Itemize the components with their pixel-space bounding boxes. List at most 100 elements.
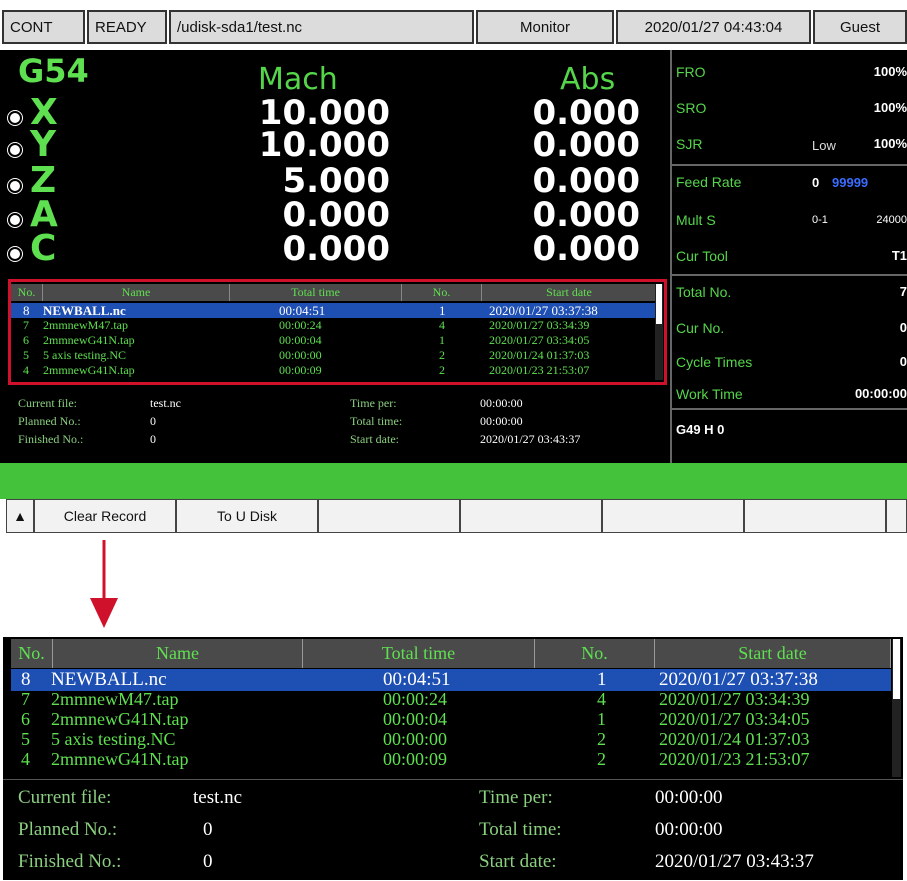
planned-no-value: 0	[203, 819, 213, 840]
col-header-no[interactable]: No.	[11, 639, 53, 668]
state-indicator: READY	[87, 10, 167, 44]
current-file-value: test.nc	[150, 396, 181, 410]
axis-row-y: Y 10.000 0.000	[0, 124, 670, 165]
cur-no-value: 0	[899, 320, 907, 335]
table-row[interactable]: 6 2mmnewG41N.tap 00:00:04 1 2020/01/27 0…	[11, 333, 657, 348]
sro-value: 100%	[873, 100, 907, 115]
time-per-value: 00:00:00	[480, 396, 523, 410]
total-time-label: Total time:	[479, 819, 562, 840]
mach-header: Mach	[258, 62, 338, 97]
table-row[interactable]: 7 2mmnewM47.tap 00:00:24 4 2020/01/27 03…	[11, 689, 891, 709]
datetime-text: 2020/01/27 04:43:04	[644, 18, 783, 36]
cell-time: 00:00:00	[383, 729, 448, 749]
cell-no: 8	[21, 669, 31, 690]
mode-text: CONT	[10, 18, 53, 36]
col-header-total-time[interactable]: Total time	[230, 284, 402, 301]
table-row[interactable]: 4 2mmnewG41N.tap 00:00:09 2 2020/01/23 2…	[11, 363, 657, 378]
sjr-mode: Low	[812, 138, 836, 153]
fro-label: FRO	[676, 64, 706, 80]
cell-date: 2020/01/23 21:53:07	[659, 749, 810, 769]
mult-s-range: 0-1	[812, 214, 828, 226]
page-up-button[interactable]: ▲	[6, 499, 34, 533]
clear-record-button[interactable]: Clear Record	[34, 499, 176, 533]
mach-value: 0.000	[282, 229, 390, 269]
cell-count: 1	[597, 709, 606, 729]
table-header: No. Name Total time No. Start date	[11, 284, 657, 301]
user-indicator[interactable]: Guest	[813, 10, 907, 44]
scrollbar-thumb[interactable]	[656, 284, 662, 324]
axis-name: Y	[30, 124, 57, 165]
abs-header: Abs	[560, 62, 616, 97]
datetime-display: 2020/01/27 04:43:04	[616, 10, 811, 44]
axis-name: C	[30, 228, 57, 269]
cell-count: 1	[439, 303, 446, 318]
home-dot-icon	[8, 213, 22, 227]
cell-no: 8	[23, 303, 30, 318]
cell-name: 2mmnewG41N.tap	[43, 363, 135, 377]
table-scrollbar[interactable]	[655, 284, 663, 380]
cell-date: 2020/01/27 03:37:38	[659, 669, 818, 690]
table-row[interactable]: 6 2mmnewG41N.tap 00:00:04 1 2020/01/27 0…	[11, 709, 891, 729]
table-row[interactable]: 5 5 axis testing.NC 00:00:00 2 2020/01/2…	[11, 729, 891, 749]
cell-no: 7	[23, 318, 29, 332]
softkey-empty[interactable]	[460, 499, 602, 533]
zoom-arrow-icon	[90, 540, 118, 628]
finished-no-value: 0	[150, 432, 156, 446]
cur-tool-label: Cur Tool	[676, 248, 728, 264]
cell-name: NEWBALL.nc	[43, 303, 126, 318]
to-udisk-label: To U Disk	[217, 508, 277, 524]
cell-count: 2	[439, 363, 445, 377]
abs-value: 0.000	[532, 125, 640, 165]
table-row-selected[interactable]: 8 NEWBALL.nc 00:04:51 1 2020/01/27 03:37…	[11, 669, 891, 691]
col-header-total-time[interactable]: Total time	[303, 639, 535, 668]
cell-name: 5 axis testing.NC	[51, 729, 176, 749]
col-header-count[interactable]: No.	[535, 639, 655, 668]
table-row[interactable]: 4 2mmnewG41N.tap 00:00:09 2 2020/01/23 2…	[11, 749, 891, 769]
cell-date: 2020/01/27 03:34:39	[659, 689, 810, 709]
mach-value: 10.000	[258, 125, 390, 165]
cell-count: 1	[439, 333, 445, 347]
to-udisk-button[interactable]: To U Disk	[176, 499, 318, 533]
history-table[interactable]: No. Name Total time No. Start date 8 NEW…	[8, 279, 667, 385]
total-time-label: Total time:	[350, 414, 403, 428]
cell-date: 2020/01/23 21:53:07	[489, 363, 590, 377]
scrollbar-thumb[interactable]	[893, 639, 900, 699]
col-header-no[interactable]: No.	[11, 284, 43, 301]
softkey-empty[interactable]	[744, 499, 886, 533]
cell-time: 00:04:51	[383, 669, 451, 690]
screen-name-text: Monitor	[519, 18, 571, 36]
softkey-empty[interactable]	[886, 499, 907, 533]
table-row-selected[interactable]: 8 NEWBALL.nc 00:04:51 1 2020/01/27 03:37…	[11, 303, 657, 318]
col-header-name[interactable]: Name	[43, 284, 230, 301]
cell-time: 00:00:09	[279, 363, 322, 377]
cell-name: 2mmnewM47.tap	[43, 318, 128, 332]
col-header-name[interactable]: Name	[53, 639, 303, 668]
table-row[interactable]: 7 2mmnewM47.tap 00:00:24 4 2020/01/27 03…	[11, 318, 657, 333]
cell-time: 00:00:00	[279, 348, 322, 362]
table-scrollbar[interactable]	[892, 639, 901, 777]
softkey-empty[interactable]	[602, 499, 744, 533]
sjr-value: 100%	[873, 136, 907, 151]
cell-name: 2mmnewG41N.tap	[51, 749, 189, 769]
planned-no-label: Planned No.:	[18, 414, 81, 428]
time-per-label: Time per:	[350, 396, 397, 410]
softkey-empty[interactable]	[318, 499, 460, 533]
clear-record-label: Clear Record	[63, 508, 147, 524]
start-date-label: Start date:	[350, 432, 399, 446]
softkey-bar: ▲ Clear Record To U Disk	[0, 499, 907, 535]
table-row[interactable]: 5 5 axis testing.NC 00:00:00 2 2020/01/2…	[11, 348, 657, 363]
zoom-table-body: 8 NEWBALL.nc 00:04:51 1 2020/01/27 03:37…	[11, 669, 891, 779]
sro-label: SRO	[676, 100, 707, 116]
current-file-label: Current file:	[18, 787, 112, 808]
col-header-start-date[interactable]: Start date	[655, 639, 891, 668]
up-arrow-icon: ▲	[13, 508, 27, 524]
file-path-text: /udisk-sda1/test.nc	[177, 18, 303, 36]
cell-date: 2020/01/27 03:37:38	[489, 303, 598, 318]
message-bar	[0, 463, 907, 499]
file-path: /udisk-sda1/test.nc	[169, 10, 474, 44]
time-per-value: 00:00:00	[655, 787, 723, 808]
state-text: READY	[95, 18, 147, 36]
col-header-count[interactable]: No.	[402, 284, 482, 301]
cur-tool-value: T1	[891, 248, 907, 263]
col-header-start-date[interactable]: Start date	[482, 284, 657, 301]
